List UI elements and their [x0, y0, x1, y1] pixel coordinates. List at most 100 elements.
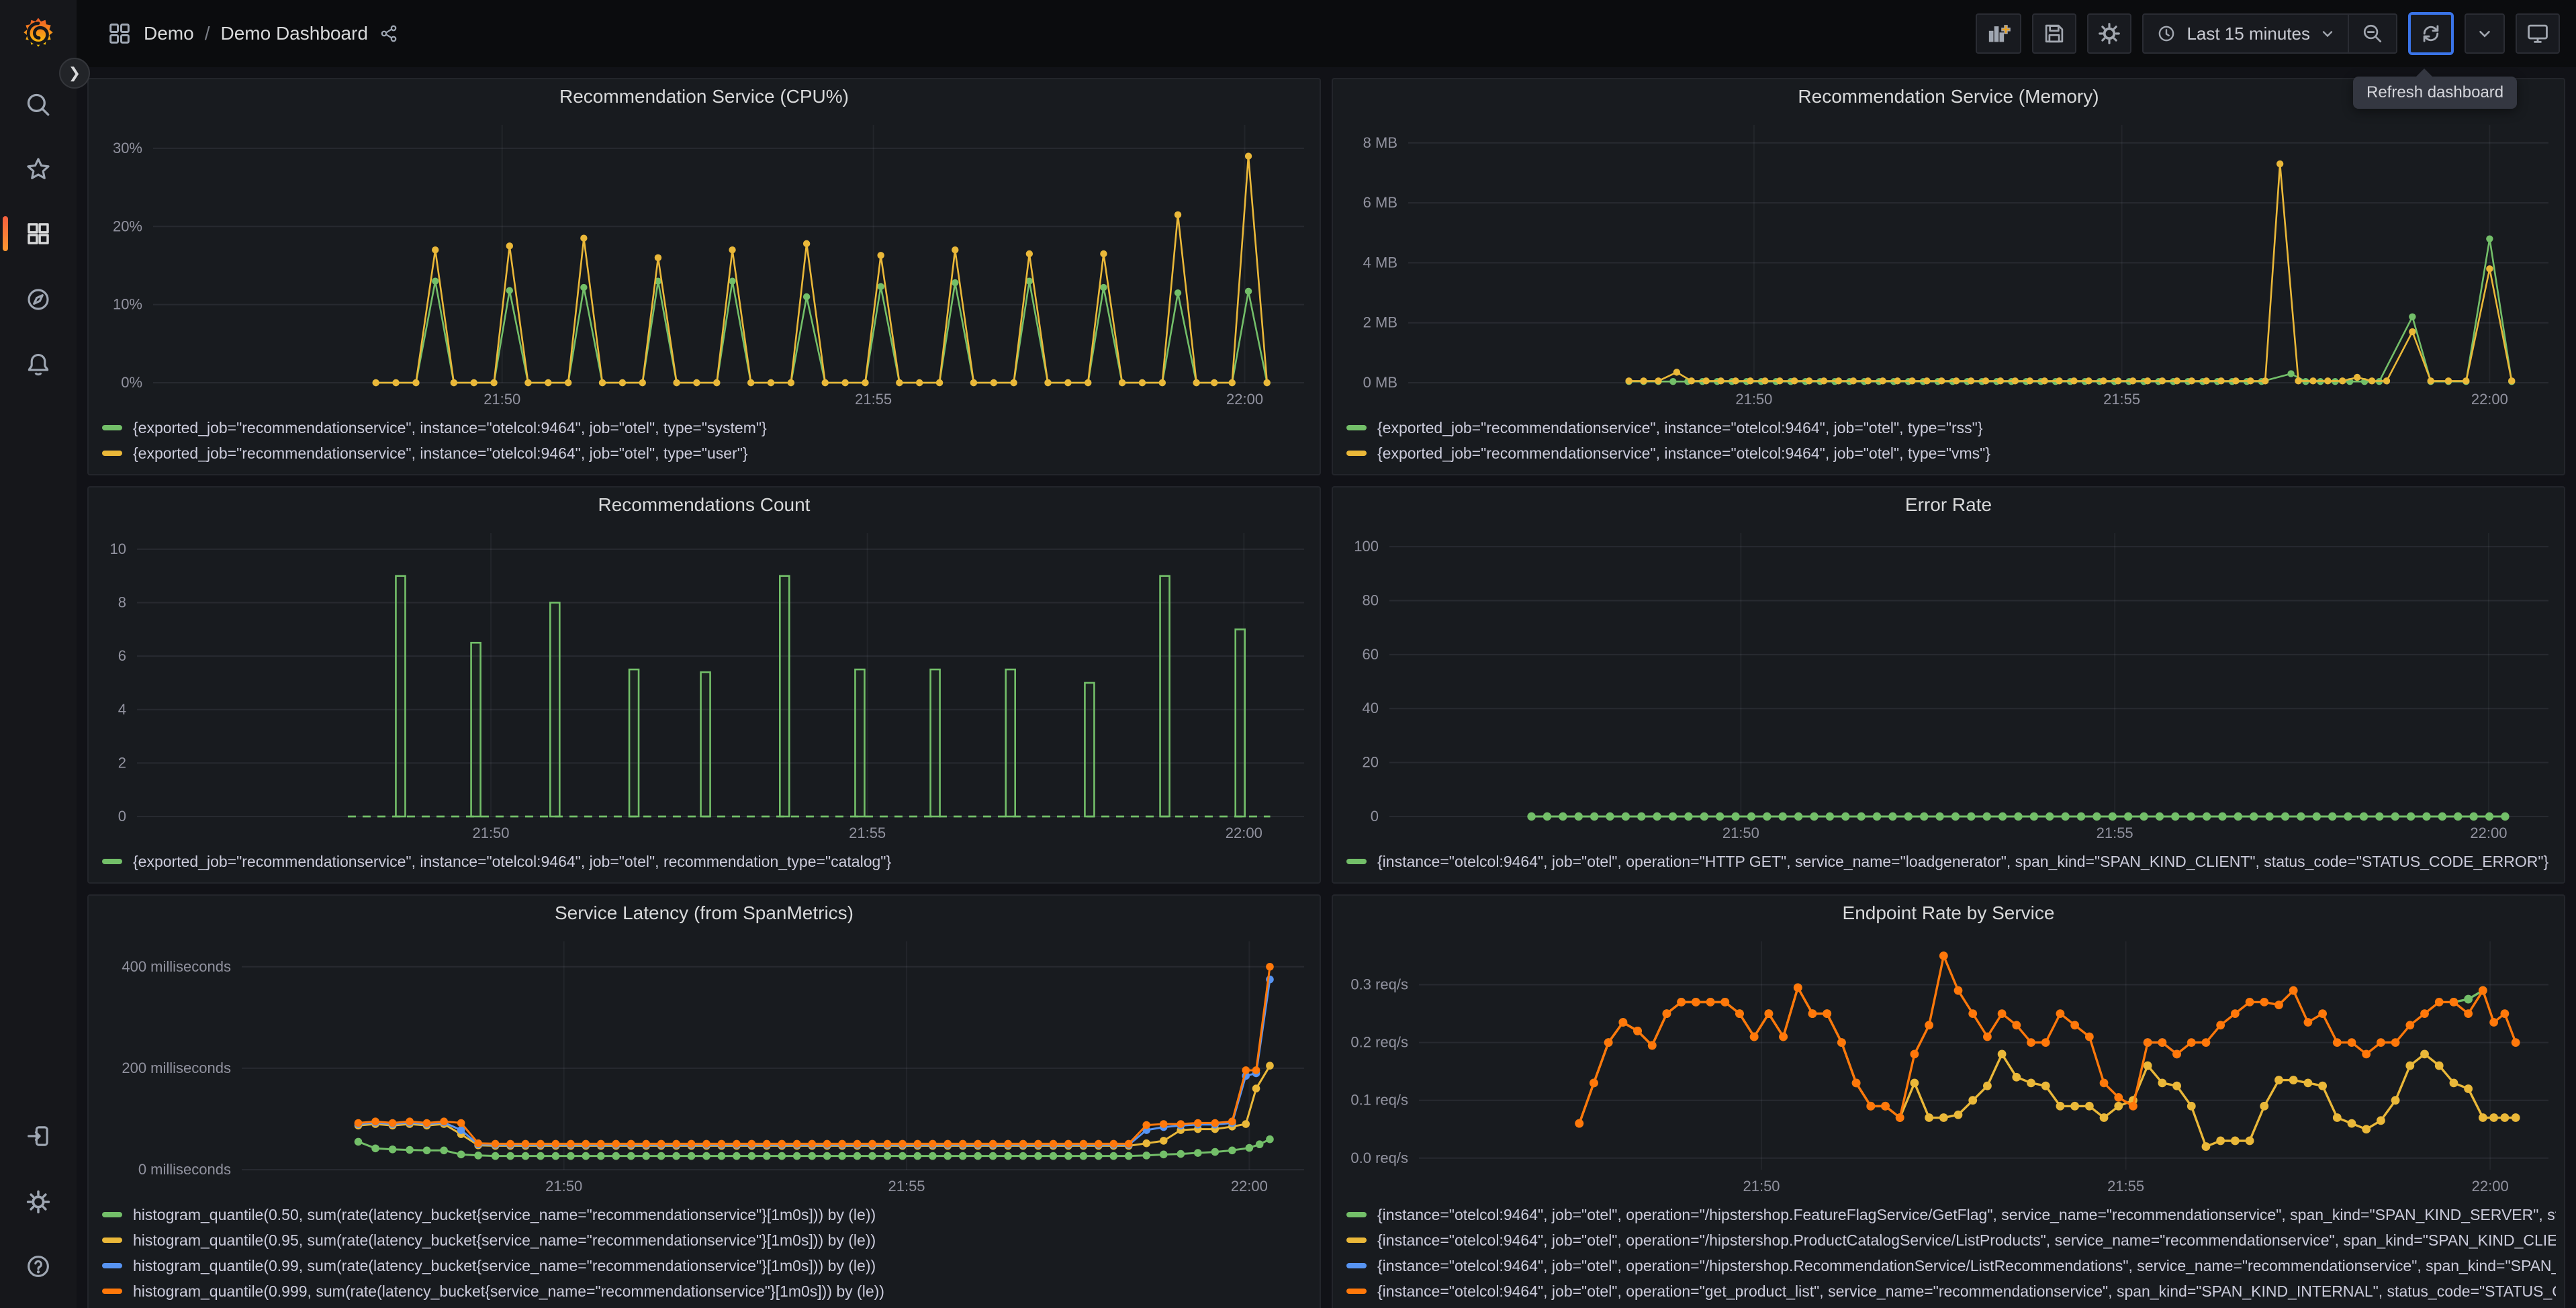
- svg-text:22:00: 22:00: [2472, 1178, 2509, 1195]
- legend-item[interactable]: {exported_job="recommendationservice", i…: [1346, 415, 2556, 440]
- dashboard-grid: Recommendation Service (CPU%) 0% 10% 20% 30…: [77, 67, 2576, 1308]
- breadcrumb: Demo / Demo Dashboard: [106, 20, 400, 47]
- legend-swatch: [102, 859, 122, 864]
- legend-swatch: [102, 451, 122, 456]
- legend-item[interactable]: histogram_quantile(0.999, sum(rate(laten…: [102, 1278, 1312, 1304]
- sidebar-item-sign-in[interactable]: [0, 1112, 77, 1160]
- panel-service-latency: Service Latency (from SpanMetrics) 0 mil…: [87, 894, 1321, 1308]
- panel-title[interactable]: Service Latency (from SpanMetrics): [89, 896, 1320, 931]
- sidebar-item-explore[interactable]: [0, 275, 77, 324]
- svg-text:80: 80: [1363, 592, 1379, 608]
- refresh-dashboard-button[interactable]: [2408, 12, 2454, 55]
- breadcrumb-page[interactable]: Demo Dashboard: [220, 23, 367, 44]
- sidebar-item-alerting[interactable]: [0, 340, 77, 388]
- svg-text:8: 8: [118, 594, 126, 611]
- svg-text:10%: 10%: [113, 296, 142, 313]
- legend-swatch: [102, 1237, 122, 1243]
- svg-text:21:50: 21:50: [1743, 1178, 1780, 1195]
- breadcrumb-section[interactable]: Demo: [144, 23, 194, 44]
- svg-text:21:50: 21:50: [1735, 391, 1772, 408]
- svg-text:22:00: 22:00: [1226, 391, 1263, 408]
- memory-chart[interactable]: 0 MB 2 MB 4 MB 6 MB 8 MB 21:50 21:55 22:00: [1333, 114, 2564, 412]
- legend-item[interactable]: histogram_quantile(0.95, sum(rate(latenc…: [102, 1227, 1312, 1253]
- service-latency-chart[interactable]: 0 milliseconds 200 milliseconds 400 millis…: [89, 931, 1320, 1199]
- panel-title[interactable]: Recommendation Service (CPU%): [89, 79, 1320, 114]
- save-dashboard-button[interactable]: [2032, 13, 2077, 54]
- share-icon[interactable]: [379, 23, 400, 44]
- legend-swatch: [1346, 425, 1367, 430]
- error-rate-chart[interactable]: 0 20 40 60 80 100 21:50 21:55 22:00: [1333, 522, 2564, 846]
- svg-text:4: 4: [118, 701, 126, 718]
- zoom-out-button[interactable]: [2348, 15, 2396, 52]
- recommendations-count-chart[interactable]: 0 2 4 6 8 10 21:50 21:55 22:00: [89, 522, 1320, 846]
- legend-swatch: [1346, 859, 1367, 864]
- grafana-logo[interactable]: [0, 8, 77, 59]
- svg-text:0.0 req/s: 0.0 req/s: [1350, 1150, 1408, 1166]
- svg-text:200 milliseconds: 200 milliseconds: [122, 1060, 231, 1076]
- legend-label: {instance="otelcol:9464", job="otel", op…: [1377, 1256, 2556, 1274]
- svg-text:2 MB: 2 MB: [1363, 314, 1397, 331]
- svg-text:0.1 req/s: 0.1 req/s: [1350, 1092, 1408, 1109]
- legend-label: {exported_job="recommendationservice", i…: [133, 418, 767, 436]
- sidebar-item-starred[interactable]: [0, 145, 77, 193]
- svg-text:0%: 0%: [121, 374, 142, 391]
- dashboard-settings-button[interactable]: [2087, 13, 2132, 54]
- svg-text:21:55: 21:55: [888, 1178, 925, 1195]
- time-range-label: Last 15 minutes: [2187, 23, 2310, 44]
- add-panel-button[interactable]: [1976, 13, 2022, 54]
- svg-text:22:00: 22:00: [1231, 1178, 1268, 1195]
- panel-title[interactable]: Recommendations Count: [89, 487, 1320, 522]
- legend-item[interactable]: {instance="otelcol:9464", job="otel", op…: [1346, 1253, 2556, 1278]
- sidebar-item-settings[interactable]: [0, 1178, 77, 1226]
- nav-sidebar: ❯: [0, 0, 90, 1308]
- error-rate-legend: {instance="otelcol:9464", job="otel", op…: [1333, 846, 2564, 882]
- legend-label: {exported_job="recommendationservice", i…: [133, 444, 748, 462]
- panel-recommendation-memory: Recommendation Service (Memory) 0 MB 2 MB…: [1332, 78, 2565, 475]
- panel-title[interactable]: Endpoint Rate by Service: [1333, 896, 2564, 931]
- legend-item[interactable]: {exported_job="recommendationservice", i…: [102, 849, 1312, 874]
- sidebar-item-help[interactable]: [0, 1242, 77, 1291]
- legend-swatch: [1346, 1289, 1367, 1294]
- legend-item[interactable]: {instance="otelcol:9464", job="otel", op…: [1346, 1278, 2556, 1304]
- legend-swatch: [102, 1263, 122, 1268]
- svg-text:21:50: 21:50: [472, 825, 509, 841]
- svg-text:6 MB: 6 MB: [1363, 194, 1397, 211]
- cpu-chart[interactable]: 0% 10% 20% 30% 21:50 21:55 22:00: [89, 114, 1320, 412]
- svg-text:21:50: 21:50: [1722, 825, 1759, 841]
- svg-text:60: 60: [1363, 646, 1379, 663]
- legend-label: histogram_quantile(0.99, sum(rate(latenc…: [133, 1256, 876, 1274]
- legend-label: {instance="otelcol:9464", job="otel", op…: [1377, 1282, 2556, 1300]
- legend-label: {exported_job="recommendationservice", i…: [1377, 444, 1991, 462]
- legend-item[interactable]: {exported_job="recommendationservice", i…: [1346, 440, 2556, 466]
- svg-text:0: 0: [118, 808, 126, 825]
- legend-label: histogram_quantile(0.999, sum(rate(laten…: [133, 1282, 884, 1300]
- legend-item[interactable]: {exported_job="recommendationservice", i…: [102, 415, 1312, 440]
- svg-text:4 MB: 4 MB: [1363, 254, 1397, 271]
- sidebar-expand-button[interactable]: ❯: [59, 58, 90, 89]
- kiosk-mode-button[interactable]: [2516, 13, 2560, 54]
- legend-swatch: [1346, 1263, 1367, 1268]
- time-range-picker[interactable]: Last 15 minutes: [2144, 15, 2348, 52]
- legend-swatch: [1346, 451, 1367, 456]
- legend-label: histogram_quantile(0.95, sum(rate(latenc…: [133, 1231, 876, 1249]
- legend-item[interactable]: histogram_quantile(0.50, sum(rate(latenc…: [102, 1202, 1312, 1227]
- legend-item[interactable]: histogram_quantile(0.99, sum(rate(latenc…: [102, 1253, 1312, 1278]
- legend-item[interactable]: {instance="otelcol:9464", job="otel", op…: [1346, 1227, 2556, 1253]
- panel-title[interactable]: Error Rate: [1333, 487, 2564, 522]
- cpu-legend: {exported_job="recommendationservice", i…: [89, 412, 1320, 474]
- breadcrumb-separator: /: [204, 23, 210, 44]
- legend-swatch: [102, 1212, 122, 1217]
- svg-text:30%: 30%: [113, 140, 142, 156]
- svg-text:21:55: 21:55: [849, 825, 886, 841]
- legend-item[interactable]: {instance="otelcol:9464", job="otel", op…: [1346, 1202, 2556, 1227]
- panel-recommendation-cpu: Recommendation Service (CPU%) 0% 10% 20% 30…: [87, 78, 1321, 475]
- legend-label: {exported_job="recommendationservice", i…: [1377, 418, 1983, 436]
- refresh-tooltip: Refresh dashboard: [2353, 68, 2518, 109]
- apps-grid-icon[interactable]: [106, 20, 133, 47]
- legend-item[interactable]: {instance="otelcol:9464", job="otel", op…: [1346, 849, 2556, 874]
- endpoint-rate-chart[interactable]: 0.0 req/s 0.1 req/s 0.2 req/s 0.3 req/s 21:5…: [1333, 931, 2564, 1199]
- sidebar-item-search[interactable]: [0, 81, 77, 129]
- legend-item[interactable]: {exported_job="recommendationservice", i…: [102, 440, 1312, 466]
- refresh-interval-dropdown[interactable]: [2465, 13, 2505, 54]
- sidebar-item-dashboards[interactable]: [0, 209, 77, 258]
